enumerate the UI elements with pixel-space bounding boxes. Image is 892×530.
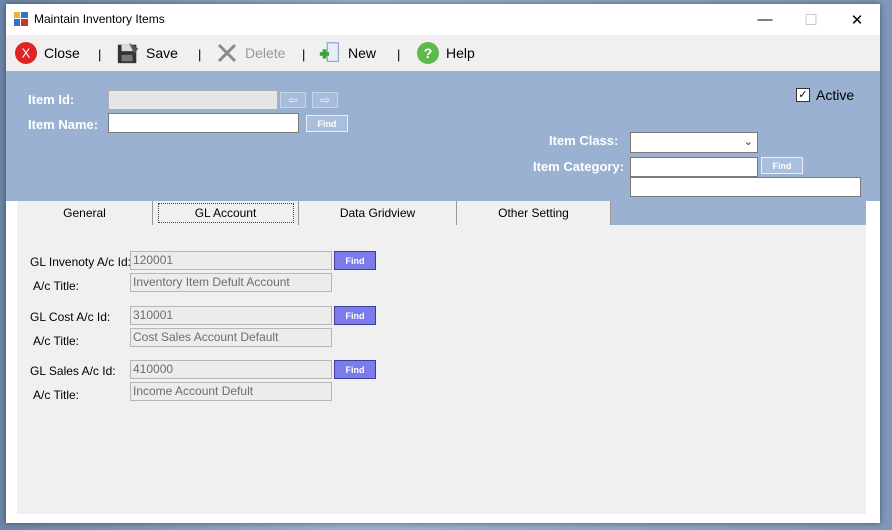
item-header-panel: Item Id: ⇦ ⇨ Item Name: Find Item Class:…: [6, 71, 880, 201]
item-category-description-input[interactable]: [630, 177, 861, 197]
item-category-label: Item Category:: [533, 159, 625, 174]
item-id-label: Item Id:: [28, 92, 75, 107]
help-icon: ?: [416, 41, 440, 65]
title-bar[interactable]: Maintain Inventory Items — ☐ ✕: [6, 4, 880, 35]
gl-sales-id-input[interactable]: 410000: [130, 360, 332, 379]
active-checkbox[interactable]: ✓ Active: [796, 87, 854, 103]
toolbar: X Close | Save | Delete | New | ? Help: [6, 35, 880, 71]
arrow-left-icon: ⇦: [287, 93, 299, 107]
arrow-right-icon: ⇨: [319, 93, 331, 107]
tab-general[interactable]: General: [17, 201, 153, 225]
delete-x-icon: [215, 41, 239, 65]
close-button[interactable]: X Close: [14, 39, 80, 67]
toolbar-separator: |: [302, 47, 306, 62]
delete-button[interactable]: Delete: [215, 39, 285, 67]
tab-other-setting-label: Other Setting: [498, 206, 569, 220]
svg-text:?: ?: [424, 45, 433, 61]
close-icon: ✕: [850, 11, 864, 29]
tab-strip: General GL Account Data Gridview Other S…: [17, 201, 866, 225]
gl-cost-label: GL Cost A/c Id:: [30, 310, 111, 324]
close-window-button[interactable]: ✕: [834, 4, 880, 35]
gl-cost-find-button[interactable]: Find: [334, 306, 376, 325]
tab-data-gridview-label: Data Gridview: [339, 206, 416, 220]
gl-cost-title-label: A/c Title:: [33, 334, 80, 348]
tab-other-setting[interactable]: Other Setting: [457, 201, 611, 225]
minimize-button[interactable]: —: [742, 4, 788, 35]
app-icon: [14, 12, 28, 26]
floppy-disk-icon: [116, 41, 140, 65]
minimize-icon: —: [757, 11, 773, 28]
item-class-select[interactable]: ⌄: [630, 132, 758, 153]
tab-general-label: General: [63, 206, 106, 220]
close-button-label: Close: [44, 45, 80, 61]
window-title: Maintain Inventory Items: [34, 12, 165, 26]
gl-inventory-title-input[interactable]: Inventory Item Defult Account: [130, 273, 332, 292]
previous-item-button[interactable]: ⇦: [280, 92, 306, 108]
help-button[interactable]: ? Help: [416, 39, 475, 67]
gl-inventory-find-button[interactable]: Find: [334, 251, 376, 270]
svg-text:X: X: [22, 46, 31, 61]
gl-sales-title-label: A/c Title:: [33, 388, 80, 402]
close-circle-icon: X: [14, 41, 38, 65]
inventory-window: Maintain Inventory Items — ☐ ✕ X Close |…: [6, 4, 880, 523]
gl-sales-label: GL Sales A/c Id:: [30, 364, 116, 378]
maximize-button[interactable]: ☐: [788, 4, 834, 35]
item-class-label: Item Class:: [549, 133, 619, 148]
tab-gl-account[interactable]: GL Account: [157, 203, 294, 223]
tab-gl-account-wrap[interactable]: GL Account: [153, 201, 299, 225]
tab-control: General GL Account Data Gridview Other S…: [17, 201, 866, 514]
delete-button-label: Delete: [245, 45, 286, 61]
item-name-input[interactable]: [108, 113, 299, 133]
chevron-down-icon: ⌄: [743, 136, 753, 148]
new-document-icon: [318, 41, 342, 65]
next-item-button[interactable]: ⇨: [312, 92, 338, 108]
gl-cost-id-input[interactable]: 310001: [130, 306, 332, 325]
gl-inventory-title-label: A/c Title:: [33, 279, 80, 293]
item-category-find-button[interactable]: Find: [761, 157, 803, 174]
gl-sales-find-button[interactable]: Find: [334, 360, 376, 379]
help-button-label: Help: [446, 45, 475, 61]
gl-sales-title-input[interactable]: Income Account Defult: [130, 382, 332, 401]
gl-inventory-label: GL Invenoty A/c Id:: [30, 255, 131, 269]
tab-data-gridview[interactable]: Data Gridview: [299, 201, 457, 225]
item-id-input[interactable]: [108, 90, 278, 110]
gl-cost-title-input[interactable]: Cost Sales Account Default: [130, 328, 332, 347]
item-name-label: Item Name:: [28, 117, 99, 132]
maximize-icon: ☐: [804, 11, 818, 29]
new-button[interactable]: New: [318, 39, 376, 67]
gl-inventory-id-input[interactable]: 120001: [130, 251, 332, 270]
toolbar-separator: |: [397, 47, 401, 62]
save-button[interactable]: Save: [116, 39, 178, 67]
toolbar-separator: |: [198, 47, 202, 62]
active-label: Active: [816, 87, 855, 103]
item-category-input[interactable]: [630, 157, 758, 177]
item-name-find-button[interactable]: Find: [306, 115, 348, 132]
save-button-label: Save: [146, 45, 178, 61]
checkmark-icon: ✓: [796, 88, 810, 102]
new-button-label: New: [348, 45, 377, 61]
tab-gl-account-label: GL Account: [194, 206, 257, 220]
toolbar-separator: |: [98, 47, 102, 62]
